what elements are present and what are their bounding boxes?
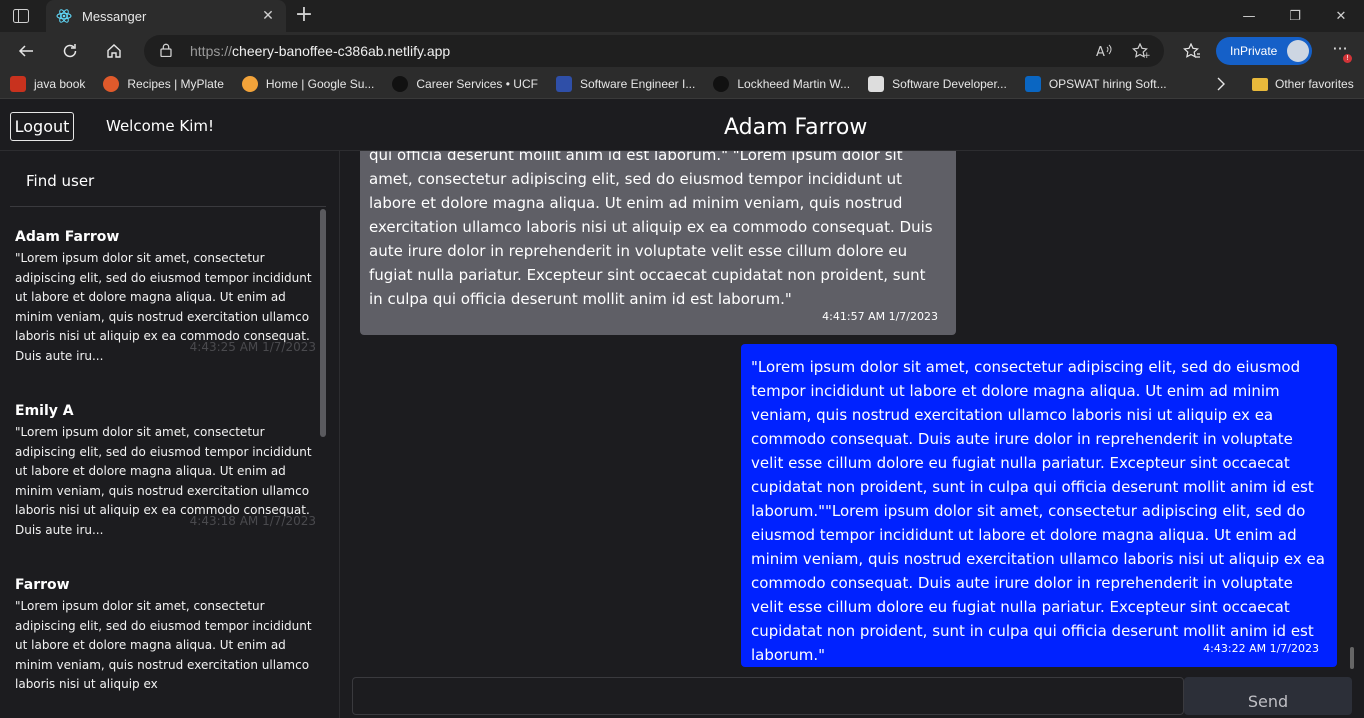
browser-tab[interactable]: Messanger ✕ — [46, 0, 286, 32]
inprivate-badge[interactable]: InPrivate — [1216, 37, 1312, 65]
message-text: "Lorem ipsum dolor sit amet, consectetur… — [751, 358, 1325, 664]
react-icon — [56, 8, 72, 24]
bookmark-item[interactable]: Lockheed Martin W... — [713, 76, 850, 92]
bookmark-label: Software Developer... — [892, 77, 1007, 91]
inprivate-label: InPrivate — [1230, 44, 1278, 58]
other-favorites-label: Other favorites — [1275, 77, 1354, 91]
message-input[interactable] — [352, 677, 1184, 715]
conversation-item[interactable]: Adam Farrow "Lorem ipsum dolor sit amet,… — [0, 217, 322, 391]
app-header: Logout Welcome Kim! Adam Farrow — [0, 100, 1364, 151]
svg-text:+: + — [1143, 51, 1150, 59]
profile-avatar — [1287, 40, 1309, 62]
close-tab-icon[interactable]: ✕ — [260, 8, 276, 24]
bookmark-item[interactable]: Software Engineer I... — [555, 76, 696, 92]
home-icon[interactable] — [100, 37, 128, 65]
ucf-icon — [713, 76, 730, 92]
page-icon — [868, 76, 885, 92]
logout-button[interactable]: Logout — [10, 112, 74, 141]
outgoing-message: "Lorem ipsum dolor sit amet, consectetur… — [741, 344, 1337, 667]
browser-toolbar: https://cheery-banoffee-c386ab.netlify.a… — [0, 32, 1364, 70]
bookmark-label: Recipes | MyPlate — [127, 77, 224, 91]
other-favorites[interactable]: Other favorites — [1252, 70, 1354, 98]
composer: Send — [340, 671, 1364, 718]
send-button[interactable]: Send — [1184, 677, 1352, 715]
bookmark-label: Career Services • UCF — [416, 77, 538, 91]
myplate-icon — [103, 76, 120, 92]
bookmark-item[interactable]: Recipes | MyPlate — [103, 76, 224, 92]
url-host: cheery-banoffee-c386ab.netlify.app — [232, 43, 451, 59]
chevron-right-icon[interactable] — [1216, 70, 1226, 98]
lockheed-star-icon — [555, 76, 572, 92]
svg-text:A: A — [1096, 45, 1105, 59]
conversation-preview: "Lorem ipsum dolor sit amet, consectetur… — [15, 599, 312, 691]
minimize-icon[interactable]: — — [1226, 0, 1272, 32]
new-tab-button[interactable]: + — [292, 4, 316, 28]
close-window-icon[interactable]: ✕ — [1318, 0, 1364, 32]
messenger-app: Logout Welcome Kim! Adam Farrow Find use… — [0, 100, 1364, 718]
bookmark-item[interactable]: java book — [10, 76, 85, 92]
folder-icon — [1252, 77, 1268, 91]
gear-icon — [241, 76, 258, 92]
conversation-time: 4:43:25 AM 1/7/2023 — [189, 340, 316, 354]
tab-title: Messanger — [82, 8, 147, 24]
message-thread: qui officia deserunt mollit anim id est … — [340, 151, 1364, 671]
conversation-name: Adam Farrow — [15, 229, 120, 245]
favorites-bar: java book Recipes | MyPlate Home | Googl… — [0, 70, 1364, 99]
favorites-icon[interactable] — [1178, 37, 1206, 65]
chat-title: Adam Farrow — [724, 115, 868, 140]
lock-icon[interactable] — [160, 42, 176, 61]
ucf-icon — [392, 76, 409, 92]
bookmark-item[interactable]: Home | Google Su... — [241, 76, 375, 92]
conversation-name: Emily A — [15, 403, 74, 419]
back-icon[interactable] — [12, 37, 40, 65]
bookmark-label: Software Engineer I... — [579, 77, 696, 91]
settings-more-icon[interactable]: ···! — [1326, 37, 1354, 65]
bookmark-item[interactable]: Software Developer... — [868, 76, 1007, 92]
bookmark-label: OPSWAT hiring Soft... — [1048, 77, 1167, 91]
url-protocol: https:// — [190, 43, 233, 59]
thread-scrollbar[interactable] — [1348, 151, 1355, 671]
tab-actions-icon[interactable] — [8, 5, 34, 27]
bookmark-label: Lockheed Martin W... — [737, 77, 851, 91]
incoming-message: qui officia deserunt mollit anim id est … — [360, 151, 956, 335]
message-time: 4:43:22 AM 1/7/2023 — [1203, 642, 1319, 655]
bookmark-label: java book — [34, 77, 86, 91]
welcome-text: Welcome Kim! — [106, 117, 215, 135]
read-aloud-icon[interactable]: A — [1096, 35, 1114, 67]
conversation-item[interactable]: Farrow "Lorem ipsum dolor sit amet, cons… — [0, 565, 322, 718]
linkedin-icon — [1024, 76, 1041, 92]
scrollbar-thumb[interactable] — [1350, 647, 1354, 669]
bookmark-item[interactable]: Career Services • UCF — [392, 76, 538, 92]
message-time: 4:41:57 AM 1/7/2023 — [822, 310, 938, 323]
add-favorite-icon[interactable]: + — [1132, 35, 1150, 67]
url-text[interactable]: https://cheery-banoffee-c386ab.netlify.a… — [190, 43, 450, 59]
notification-badge: ! — [1343, 54, 1352, 63]
bookmark-label: Home | Google Su... — [265, 77, 375, 91]
message-text: qui officia deserunt mollit anim id est … — [369, 151, 933, 308]
conversation-list: Adam Farrow "Lorem ipsum dolor sit amet,… — [0, 217, 322, 718]
conversation-sidebar: Find user Adam Farrow "Lorem ipsum dolor… — [0, 151, 340, 718]
address-bar[interactable]: https://cheery-banoffee-c386ab.netlify.a… — [144, 35, 1164, 67]
refresh-icon[interactable] — [56, 37, 84, 65]
sidebar-scrollbar[interactable] — [320, 209, 326, 437]
pdf-icon — [10, 76, 26, 92]
find-user-button[interactable]: Find user — [10, 161, 326, 207]
browser-tab-strip: Messanger ✕ + — ❐ ✕ — [0, 0, 1364, 32]
conversation-item[interactable]: Emily A "Lorem ipsum dolor sit amet, con… — [0, 391, 322, 565]
conversation-name: Farrow — [15, 577, 70, 593]
bookmark-item[interactable]: OPSWAT hiring Soft... — [1024, 76, 1167, 92]
conversation-time: 4:43:18 AM 1/7/2023 — [189, 514, 316, 528]
restore-icon[interactable]: ❐ — [1272, 0, 1318, 32]
